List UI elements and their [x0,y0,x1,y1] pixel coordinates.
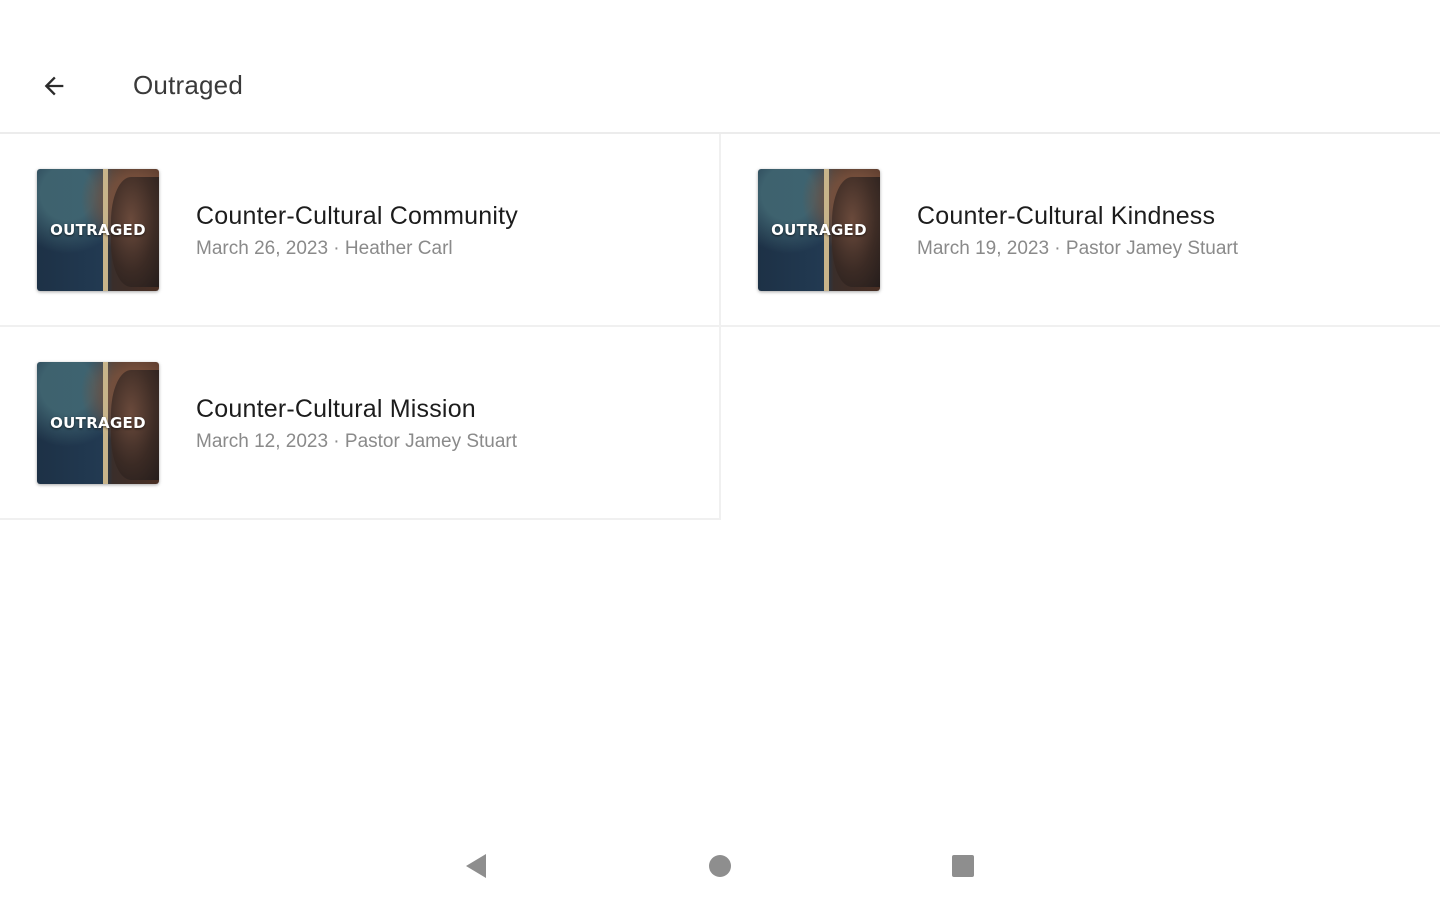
app-bar: Outraged [0,0,1440,134]
sermon-thumbnail: OUTRAGED [37,362,159,484]
back-button[interactable] [30,64,78,108]
thumbnail-text: OUTRAGED [50,414,146,432]
system-home-button[interactable] [700,846,740,886]
system-recents-button[interactable] [943,846,983,886]
sermon-thumbnail: OUTRAGED [758,169,880,291]
nav-back-triangle-icon [466,854,486,878]
sermon-meta: March 26, 2023 · Heather Carl [196,238,453,259]
system-navigation-bar [0,828,1440,900]
sermon-title: Counter-Cultural Kindness [917,202,1216,230]
page-title: Outraged [133,70,244,100]
sermon-title: Counter-Cultural Community [196,202,518,230]
sermon-meta: March 12, 2023 · Pastor Jamey Stuart [196,431,518,452]
sermon-title: Counter-Cultural Mission [196,395,476,423]
thumbnail-text: OUTRAGED [771,221,867,239]
system-back-button[interactable] [456,846,496,886]
nav-recents-square-icon [952,855,974,877]
sermon-thumbnail: OUTRAGED [37,169,159,291]
arrow-left-icon [44,76,64,96]
nav-home-circle-icon [709,855,731,877]
sermon-card[interactable]: OUTRAGED Counter-Cultural Mission March … [0,327,721,520]
sermon-meta: March 19, 2023 · Pastor Jamey Stuart [917,238,1239,259]
thumbnail-text: OUTRAGED [50,221,146,239]
sermon-card[interactable]: OUTRAGED Counter-Cultural Kindness March… [721,134,1440,327]
sermon-card[interactable]: OUTRAGED Counter-Cultural Community Marc… [0,134,721,327]
